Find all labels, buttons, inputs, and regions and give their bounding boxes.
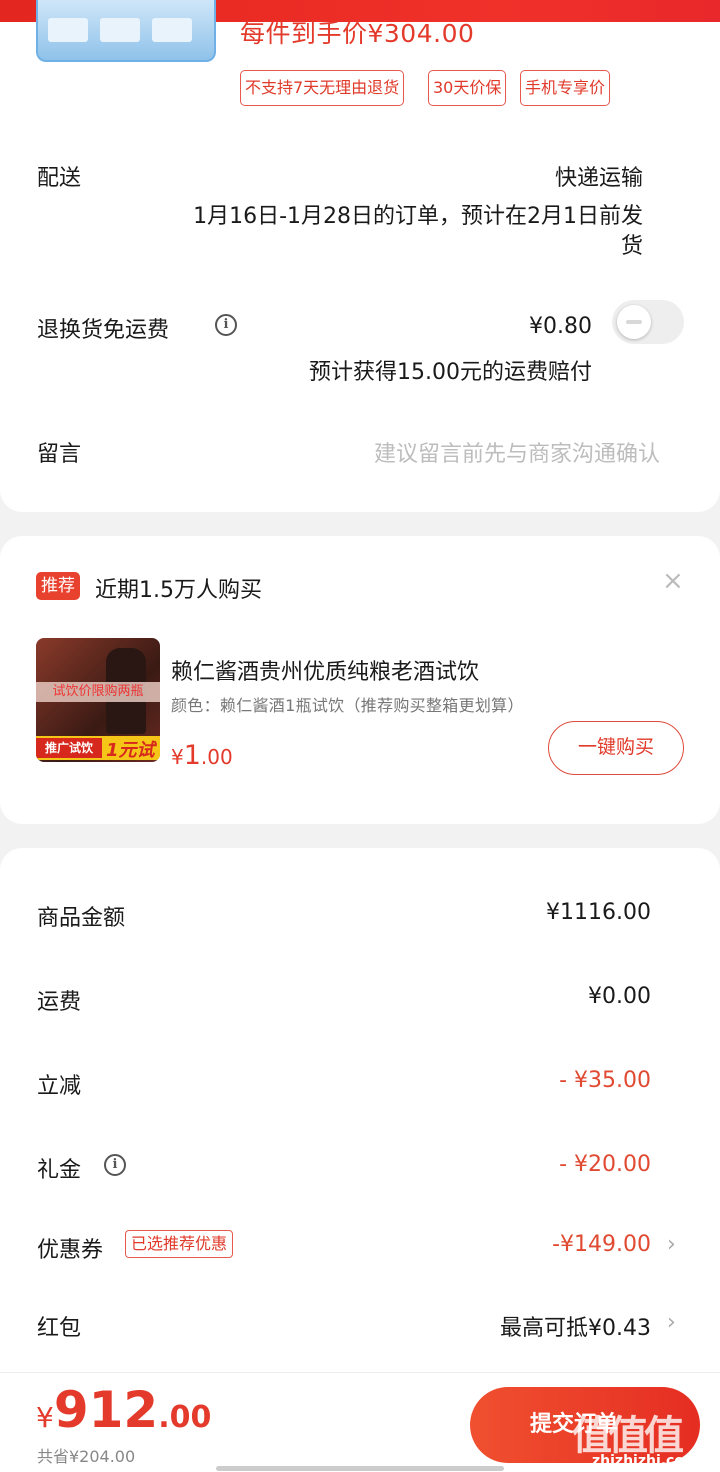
return-shipping-sub: 预计获得15.00元的运费赔付 — [309, 360, 592, 385]
summary-value-discount: - ¥35.00 — [559, 1068, 651, 1093]
price-dec: .00 — [200, 745, 233, 769]
message-input[interactable]: 建议留言前先与商家沟通确认 — [374, 436, 660, 468]
summary-value-shipping: ¥0.00 — [588, 984, 651, 1009]
summary-label-redpacket[interactable]: 红包 — [37, 1310, 81, 1342]
total-currency: ¥ — [36, 1401, 54, 1434]
summary-value-gift: - ¥20.00 — [559, 1152, 651, 1177]
recommend-badge: 推荐 — [36, 572, 80, 600]
summary-value-coupon[interactable]: -¥149.00 — [552, 1232, 651, 1257]
summary-label-goods: 商品金额 — [37, 906, 126, 931]
recommend-product-price: ¥1.00 — [171, 740, 233, 771]
image-band-text: 试饮价限购两瓶 — [36, 682, 160, 702]
total-dec: .00 — [158, 1400, 212, 1435]
price-currency: ¥ — [171, 745, 184, 769]
order-details-card: 每件到手价¥304.00 不支持7天无理由退货 30天价保 手机专享价 配送 快… — [0, 0, 720, 512]
coupon-selected-tag: 已选推荐优惠 — [125, 1230, 234, 1258]
image-promo-band: 推广试饮 1元试饮 — [36, 736, 160, 761]
tag-30day-price-protection: 30天价保 — [428, 70, 507, 106]
total-saved: 共省¥204.00 — [37, 1447, 136, 1466]
total-int: 912 — [53, 1381, 159, 1439]
image-promo-right: 1元试饮 — [106, 740, 155, 761]
recommend-product-name[interactable]: 赖仁酱酒贵州优质纯粮老酒试饮 — [171, 654, 479, 686]
one-click-buy-button[interactable]: 一键购买 — [548, 721, 684, 775]
recommend-card: 推荐 近期1.5万人购买 × 试饮价限购两瓶 推广试饮 1元试饮 赖仁酱酒贵州优… — [0, 536, 720, 824]
home-indicator[interactable] — [216, 1466, 504, 1471]
checkout-bar: ¥912.00 共省¥204.00 提交订单 值值值 zhizhizhi.com — [0, 1372, 720, 1472]
delivery-method[interactable]: 快递运输 — [555, 160, 643, 192]
summary-value-redpacket[interactable]: 最高可抵¥0.43 — [500, 1310, 651, 1342]
watermark-url: zhizhizhi.com — [592, 1453, 699, 1469]
message-label: 留言 — [37, 442, 82, 467]
delivery-note: 1月16日-1月28日的订单，预计在2月1日前发 — [193, 204, 643, 229]
toggle-knob — [617, 305, 651, 339]
watermark-logo: 值值值 zhizhizhi.com — [572, 1403, 720, 1469]
tag-no-7day-return: 不支持7天无理由退货 — [240, 70, 405, 106]
tag-mobile-exclusive: 手机专享价 — [520, 70, 611, 106]
redpacket-chevron-icon[interactable]: › — [667, 1310, 676, 1335]
summary-label-coupon[interactable]: 优惠券 — [37, 1232, 103, 1264]
recommend-product-image[interactable]: 试饮价限购两瓶 推广试饮 1元试饮 — [36, 638, 160, 762]
price-int: 1 — [183, 740, 201, 771]
price-summary-card: 商品金额 ¥1116.00 运费 ¥0.00 立减 - ¥35.00 礼金 i … — [0, 848, 720, 1408]
summary-value-goods: ¥1116.00 — [546, 900, 651, 925]
return-shipping-price: ¥0.80 — [529, 314, 592, 339]
summary-label-shipping: 运费 — [37, 990, 82, 1015]
summary-label-discount: 立减 — [37, 1074, 82, 1099]
delivery-label: 配送 — [37, 166, 82, 191]
product-thumbnail[interactable] — [36, 0, 216, 62]
return-shipping-label: 退换货免运费 — [37, 318, 170, 343]
close-icon[interactable]: × — [662, 566, 684, 596]
delivery-note-cont: 货 — [620, 234, 643, 259]
per-item-price: 每件到手价¥304.00 — [240, 19, 475, 48]
recommend-title: 近期1.5万人购买 — [95, 578, 262, 603]
total-price: ¥912.00 — [36, 1381, 211, 1439]
gift-info-icon[interactable]: i — [104, 1154, 126, 1176]
coupon-chevron-icon[interactable]: › — [667, 1232, 676, 1257]
return-shipping-toggle[interactable] — [612, 300, 684, 344]
summary-label-gift: 礼金 — [37, 1158, 82, 1183]
image-promo-left: 推广试饮 — [36, 738, 102, 758]
recommend-product-spec: 颜色：赖仁酱酒1瓶试饮（推荐购买整箱更划算） — [171, 696, 524, 715]
info-icon[interactable]: i — [215, 314, 237, 336]
